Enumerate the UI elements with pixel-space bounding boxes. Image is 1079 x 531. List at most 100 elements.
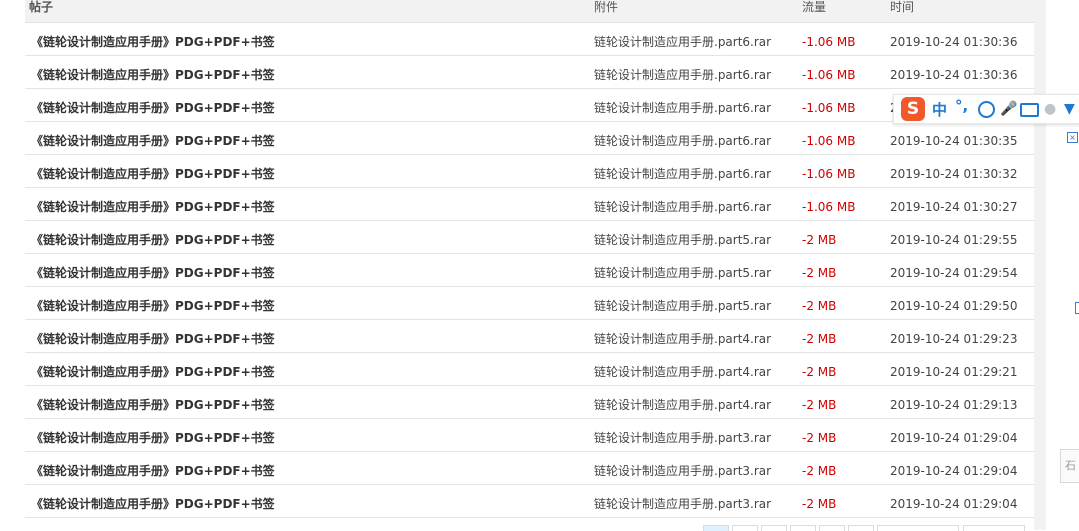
table-row: 《链轮设计制造应用手册》PDG+PDF+书签 链轮设计制造应用手册.part6.r… [25,188,1034,221]
traffic-value: -2 MB [802,332,837,346]
table-row: 《链轮设计制造应用手册》PDG+PDF+书签 链轮设计制造应用手册.part6.r… [25,56,1034,89]
table-row: 《链轮设计制造应用手册》PDG+PDF+书签 链轮设计制造应用手册.part6.r… [25,122,1034,155]
page-button[interactable] [848,525,874,531]
ime-mode-toggle[interactable]: 中 [932,99,947,120]
table-row: 《链轮设计制造应用手册》PDG+PDF+书签 链轮设计制造应用手册.part3.r… [25,419,1034,452]
time-value: 2019-10-24 01:29:55 [890,233,1018,247]
table-row: 《链轮设计制造应用手册》PDG+PDF+书签 链轮设计制造应用手册.part6.r… [25,155,1034,188]
close-icon[interactable]: × [1067,132,1078,143]
skin-icon[interactable]: ▼ [1064,101,1075,117]
attachment-link[interactable]: 链轮设计制造应用手册.part5.rar [594,232,771,248]
table-row: 《链轮设计制造应用手册》PDG+PDF+书签 链轮设计制造应用手册.part4.r… [25,320,1034,353]
attachment-link[interactable]: 链轮设计制造应用手册.part6.rar [594,199,771,215]
page-button[interactable] [963,525,1025,531]
traffic-value: -1.06 MB [802,200,856,214]
time-value: 2019-10-24 01:29:21 [890,365,1018,379]
table-row: 《链轮设计制造应用手册》PDG+PDF+书签 链轮设计制造应用手册.part5.r… [25,221,1034,254]
microphone-icon[interactable]: 🎤 [1000,101,1017,117]
table-row: 《链轮设计制造应用手册》PDG+PDF+书签 链轮设计制造应用手册.part5.r… [25,254,1034,287]
keyboard-icon[interactable] [1020,103,1039,117]
traffic-value: -2 MB [802,464,837,478]
time-value: 2019-10-24 01:29:50 [890,299,1018,313]
post-link[interactable]: 《链轮设计制造应用手册》PDG+PDF+书签 [31,133,275,149]
table-row: 《链轮设计制造应用手册》PDG+PDF+书签 链轮设计制造应用手册.part4.r… [25,353,1034,386]
table-row: 《链轮设计制造应用手册》PDG+PDF+书签 链轮设计制造应用手册.part5.r… [25,287,1034,320]
traffic-value: -1.06 MB [802,167,856,181]
post-link[interactable]: 《链轮设计制造应用手册》PDG+PDF+书签 [31,430,275,446]
post-link[interactable]: 《链轮设计制造应用手册》PDG+PDF+书签 [31,166,275,182]
traffic-value: -1.06 MB [802,134,856,148]
post-link[interactable]: 《链轮设计制造应用手册》PDG+PDF+书签 [31,199,275,215]
time-value: 2019-10-24 01:29:04 [890,431,1018,445]
table-row: 《链轮设计制造应用手册》PDG+PDF+书签 链轮设计制造应用手册.part3.r… [25,452,1034,485]
traffic-value: -2 MB [802,431,837,445]
side-edge-icon[interactable] [1075,302,1079,314]
attachment-link[interactable]: 链轮设计制造应用手册.part3.rar [594,496,771,512]
attachment-link[interactable]: 链轮设计制造应用手册.part6.rar [594,133,771,149]
time-value: 2019-10-24 01:30:32 [890,167,1018,181]
traffic-log-table: 帖子 附件 流量 时间 《链轮设计制造应用手册》PDG+PDF+书签链轮设计制造… [25,0,1034,518]
time-value: 2019-10-24 01:29:04 [890,464,1018,478]
attachment-link[interactable]: 链轮设计制造应用手册.part3.rar [594,430,771,446]
post-link[interactable]: 《链轮设计制造应用手册》PDG+PDF+书签 [31,397,275,413]
table-row: 《链轮设计制造应用手册》PDG+PDF+书签 链轮设计制造应用手册.part4.r… [25,386,1034,419]
time-value: 2019-10-24 01:30:27 [890,200,1018,214]
page-button[interactable] [703,525,729,531]
post-link[interactable]: 《链轮设计制造应用手册》PDG+PDF+书签 [31,463,275,479]
post-link[interactable]: 《链轮设计制造应用手册》PDG+PDF+书签 [31,298,275,314]
table-row: 《链轮设计制造应用手册》PDG+PDF+书签 链轮设计制造应用手册.part3.r… [25,485,1034,518]
attachment-link[interactable]: 链轮设计制造应用手册.part6.rar [594,166,771,182]
attachment-link[interactable]: 链轮设计制造应用手册.part4.rar [594,331,771,347]
smile-icon[interactable] [978,101,995,118]
header-time: 时间 [890,0,915,14]
table-row: 《链轮设计制造应用手册》PDG+PDF+书签 链轮设计制造应用手册.part6.r… [25,23,1034,56]
post-link[interactable]: 《链轮设计制造应用手册》PDG+PDF+书签 [31,34,275,50]
time-value: 2019-10-24 01:29:13 [890,398,1018,412]
traffic-value: -1.06 MB [802,101,856,115]
page-button[interactable] [790,525,816,531]
page-button[interactable] [819,525,845,531]
right-gutter [1034,0,1046,530]
table-header: 帖子 附件 流量 时间 [25,0,1034,23]
page-button[interactable] [877,525,959,531]
attachment-link[interactable]: 链轮设计制造应用手册.part5.rar [594,265,771,281]
time-value: 2019-10-24 01:30:36 [890,68,1018,82]
post-link[interactable]: 《链轮设计制造应用手册》PDG+PDF+书签 [31,100,275,116]
time-value: 2019-10-24 01:30:35 [890,134,1018,148]
ime-toolbar: S 中 °, 🎤 ● ▼ [893,94,1079,124]
ime-punctuation-toggle[interactable]: °, [955,97,968,115]
attachment-link[interactable]: 链轮设计制造应用手册.part6.rar [594,67,771,83]
time-value: 2019-10-24 01:30:36 [890,35,1018,49]
post-link[interactable]: 《链轮设计制造应用手册》PDG+PDF+书签 [31,265,275,281]
post-link[interactable]: 《链轮设计制造应用手册》PDG+PDF+书签 [31,496,275,512]
attachment-link[interactable]: 链轮设计制造应用手册.part3.rar [594,463,771,479]
sogou-logo-icon[interactable]: S [901,97,925,121]
attachment-link[interactable]: 链轮设计制造应用手册.part6.rar [594,100,771,116]
traffic-value: -2 MB [802,266,837,280]
traffic-value: -2 MB [802,299,837,313]
side-float-button[interactable]: 石 [1060,449,1079,483]
time-value: 2019-10-24 01:29:54 [890,266,1018,280]
table-body: 《链轮设计制造应用手册》PDG+PDF+书签链轮设计制造应用手册.part6.r… [25,23,1034,518]
header-post: 帖子 [29,0,54,14]
time-value: 2019-10-24 01:29:23 [890,332,1018,346]
traffic-value: -1.06 MB [802,68,856,82]
user-icon[interactable]: ● [1044,101,1056,117]
attachment-link[interactable]: 链轮设计制造应用手册.part5.rar [594,298,771,314]
time-value: 2019-10-24 01:29:04 [890,497,1018,511]
attachment-link[interactable]: 链轮设计制造应用手册.part4.rar [594,397,771,413]
page-button[interactable] [761,525,787,531]
post-link[interactable]: 《链轮设计制造应用手册》PDG+PDF+书签 [31,232,275,248]
traffic-value: -1.06 MB [802,35,856,49]
header-traffic: 流量 [802,0,827,14]
attachment-link[interactable]: 链轮设计制造应用手册.part6.rar [594,34,771,50]
post-link[interactable]: 《链轮设计制造应用手册》PDG+PDF+书签 [31,67,275,83]
table-row: 《链轮设计制造应用手册》PDG+PDF+书签 链轮设计制造应用手册.part6.r… [25,89,1034,122]
page-button[interactable] [732,525,758,531]
post-link[interactable]: 《链轮设计制造应用手册》PDG+PDF+书签 [31,364,275,380]
header-attachment: 附件 [594,0,619,14]
attachment-link[interactable]: 链轮设计制造应用手册.part4.rar [594,364,771,380]
traffic-value: -2 MB [802,497,837,511]
post-link[interactable]: 《链轮设计制造应用手册》PDG+PDF+书签 [31,331,275,347]
traffic-value: -2 MB [802,365,837,379]
